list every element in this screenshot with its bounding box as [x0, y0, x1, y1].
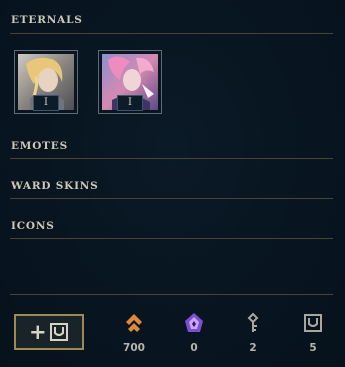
section-title-icons: ICONS	[11, 220, 55, 232]
divider	[10, 198, 333, 199]
currency-chests: 5	[293, 312, 333, 354]
section-title-eternals: ETERNALS	[11, 14, 83, 26]
currency-value: 0	[190, 342, 198, 354]
plus-icon: +	[29, 320, 47, 344]
currency-value: 2	[249, 342, 257, 354]
section-title-ward-skins: WARD SKINS	[11, 180, 99, 192]
tier-badge: I	[117, 95, 143, 111]
tier-badge: I	[33, 95, 59, 111]
key-icon	[247, 312, 259, 332]
section-title-emotes: EMOTES	[11, 140, 68, 152]
eternal-tile[interactable]: I	[98, 50, 162, 114]
currency-value: 5	[309, 342, 317, 354]
divider	[10, 238, 333, 239]
chest-icon	[304, 314, 322, 332]
eternal-tile[interactable]: I	[14, 50, 78, 114]
add-to-crafting-button[interactable]: +	[14, 314, 84, 350]
currency-mythic-essence: 0	[174, 312, 214, 354]
currency-value: 700	[123, 342, 145, 354]
mythic-essence-icon	[185, 313, 203, 332]
currency-keys: 2	[233, 312, 273, 354]
orange-essence-icon	[126, 314, 142, 332]
divider	[10, 33, 333, 34]
chest-slot-icon	[50, 323, 68, 341]
divider	[10, 158, 333, 159]
currency-orange-essence: 700	[114, 312, 154, 354]
footer-divider	[10, 294, 333, 295]
